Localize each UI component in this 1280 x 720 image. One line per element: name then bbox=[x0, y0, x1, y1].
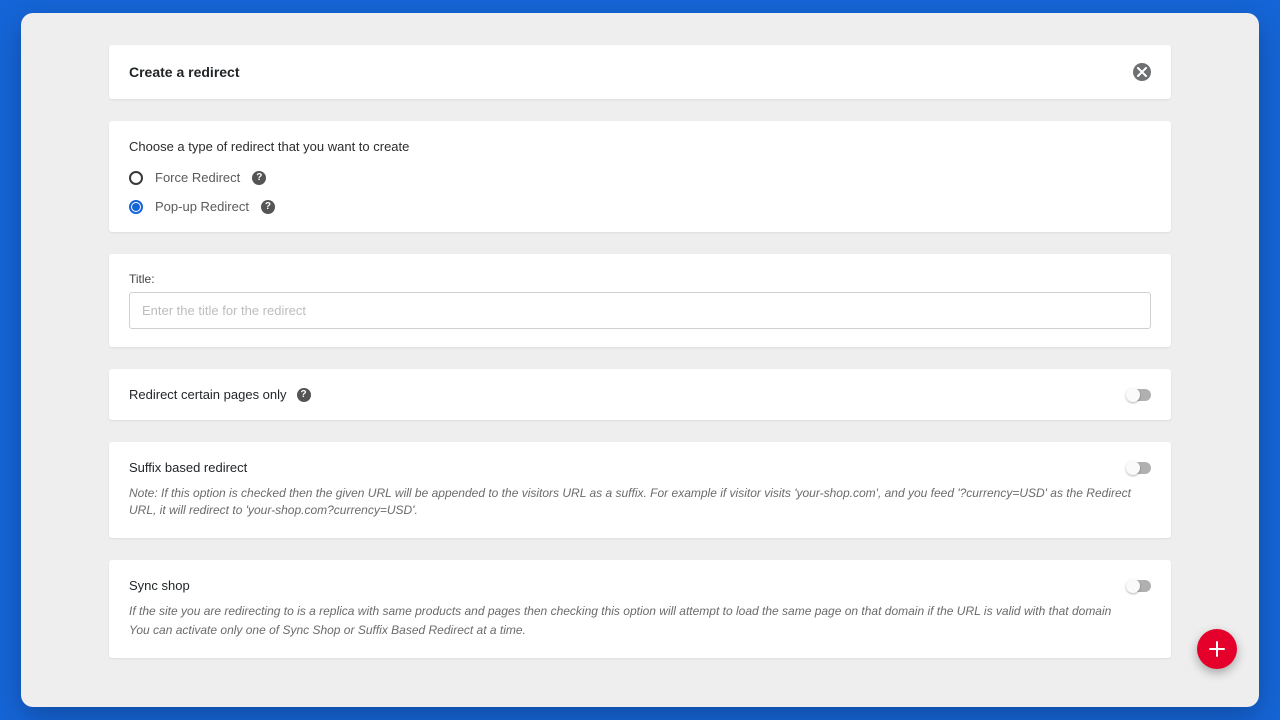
suffix-label: Suffix based redirect bbox=[129, 460, 247, 475]
plus-icon bbox=[1208, 640, 1226, 658]
pages-only-toggle[interactable] bbox=[1127, 389, 1151, 401]
help-icon[interactable]: ? bbox=[297, 388, 311, 402]
sync-card: Sync shop If the site you are redirectin… bbox=[109, 560, 1171, 658]
sync-note-1: If the site you are redirecting to is a … bbox=[129, 603, 1151, 620]
add-fab[interactable] bbox=[1197, 629, 1237, 669]
suffix-card: Suffix based redirect Note: If this opti… bbox=[109, 442, 1171, 538]
redirect-type-card: Choose a type of redirect that you want … bbox=[109, 121, 1171, 232]
sync-note-2: You can activate only one of Sync Shop o… bbox=[129, 622, 1151, 639]
sync-label: Sync shop bbox=[129, 578, 190, 593]
radio-popup-redirect[interactable]: Pop-up Redirect ? bbox=[129, 199, 1151, 214]
radio-label: Pop-up Redirect bbox=[155, 199, 249, 214]
pages-only-card: Redirect certain pages only ? bbox=[109, 369, 1171, 420]
suffix-note: Note: If this option is checked then the… bbox=[129, 485, 1151, 520]
title-label: Title: bbox=[129, 272, 1151, 286]
close-icon bbox=[1137, 67, 1147, 77]
modal-panel: Create a redirect Choose a type of redir… bbox=[21, 13, 1259, 707]
radio-label: Force Redirect bbox=[155, 170, 240, 185]
help-icon[interactable]: ? bbox=[252, 171, 266, 185]
radio-input[interactable] bbox=[129, 200, 143, 214]
radio-force-redirect[interactable]: Force Redirect ? bbox=[129, 170, 1151, 185]
modal-title: Create a redirect bbox=[129, 64, 240, 80]
redirect-type-prompt: Choose a type of redirect that you want … bbox=[129, 139, 1151, 154]
help-icon[interactable]: ? bbox=[261, 200, 275, 214]
title-input[interactable] bbox=[129, 292, 1151, 329]
modal-header: Create a redirect bbox=[109, 45, 1171, 99]
suffix-toggle[interactable] bbox=[1127, 462, 1151, 474]
close-button[interactable] bbox=[1133, 63, 1151, 81]
pages-only-label: Redirect certain pages only bbox=[129, 387, 287, 402]
title-card: Title: bbox=[109, 254, 1171, 347]
radio-input[interactable] bbox=[129, 171, 143, 185]
sync-toggle[interactable] bbox=[1127, 580, 1151, 592]
